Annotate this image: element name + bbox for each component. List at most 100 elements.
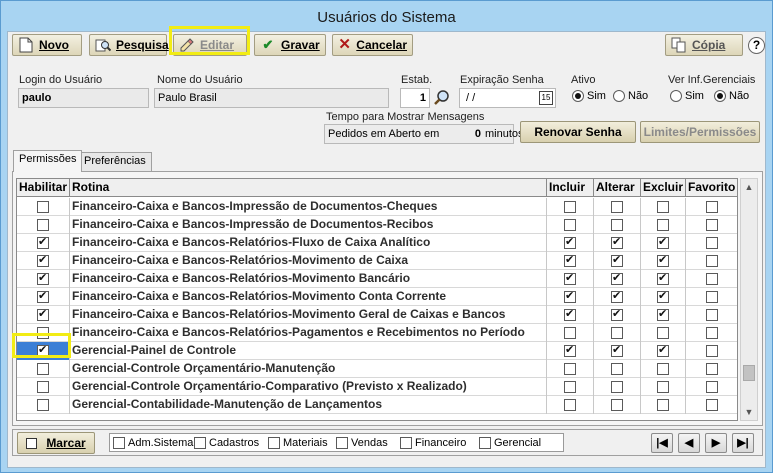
favorito-checkbox[interactable] [706,381,718,393]
filter-gerencial[interactable]: Gerencial [479,437,541,449]
alterar-checkbox[interactable] [611,219,623,231]
alterar-checkbox[interactable] [611,327,623,339]
incluir-checkbox[interactable] [564,201,576,213]
filter-materiais[interactable]: Materiais [268,437,328,449]
help-icon[interactable]: ? [748,37,765,54]
col-incluir[interactable]: Incluir [547,179,594,196]
excluir-checkbox[interactable] [657,399,669,411]
excluir-checkbox[interactable] [657,235,669,249]
pedidos-value[interactable]: 0 [455,125,481,143]
favorito-checkbox[interactable] [706,255,718,267]
incluir-checkbox[interactable] [564,363,576,375]
alterar-checkbox[interactable] [611,289,623,303]
col-alterar[interactable]: Alterar [594,179,641,196]
pesquisa-button[interactable]: Pesquisa [89,34,169,56]
nome-field[interactable]: Paulo Brasil [154,88,389,108]
excluir-checkbox[interactable] [657,219,669,231]
incluir-checkbox[interactable] [564,253,576,267]
table-row[interactable]: Financeiro-Caixa e Bancos-Relatórios-Pag… [17,324,737,342]
incluir-checkbox[interactable] [564,381,576,393]
habilitar-checkbox[interactable] [37,307,49,321]
filter-vendas[interactable]: Vendas [336,437,388,449]
alterar-checkbox[interactable] [611,253,623,267]
table-row[interactable]: Financeiro-Caixa e Bancos-Relatórios-Flu… [17,234,737,252]
favorito-checkbox[interactable] [706,327,718,339]
limites-permissoes-button[interactable]: Limites/Permissões [640,121,760,143]
habilitar-checkbox[interactable] [37,399,49,411]
prev-record-icon[interactable]: ◀ [678,433,700,453]
table-row[interactable]: Financeiro-Caixa e Bancos-Relatórios-Mov… [17,252,737,270]
favorito-checkbox[interactable] [706,219,718,231]
incluir-checkbox[interactable] [564,271,576,285]
col-habilitar[interactable]: Habilitar [17,179,70,196]
tab-permissoes[interactable]: Permissões [13,150,83,172]
table-row[interactable]: Gerencial-Controle Orçamentário-Manutenç… [17,360,737,378]
alterar-checkbox[interactable] [611,363,623,375]
col-excluir[interactable]: Excluir [641,179,686,196]
excluir-checkbox[interactable] [657,289,669,303]
alterar-checkbox[interactable] [611,343,623,357]
calendar-icon[interactable]: 15 [539,91,553,105]
first-record-icon[interactable]: |◀ [651,433,673,453]
excluir-checkbox[interactable] [657,253,669,267]
favorito-checkbox[interactable] [706,363,718,375]
favorito-checkbox[interactable] [706,345,718,357]
incluir-checkbox[interactable] [564,307,576,321]
alterar-checkbox[interactable] [611,201,623,213]
ativo-nao-radio[interactable]: Não [613,90,648,102]
table-row[interactable]: Gerencial-Painel de Controle [17,342,737,360]
scroll-thumb[interactable] [743,365,755,381]
alterar-checkbox[interactable] [611,271,623,285]
habilitar-checkbox[interactable] [37,381,49,393]
novo-button[interactable]: Novo [12,34,82,56]
habilitar-checkbox[interactable] [37,219,49,231]
alterar-checkbox[interactable] [611,381,623,393]
grid-scrollbar[interactable]: ▲ ▼ [740,178,758,421]
magnifier-icon[interactable] [433,89,451,107]
habilitar-checkbox[interactable] [37,363,49,375]
alterar-checkbox[interactable] [611,399,623,411]
marcar-button[interactable]: Marcar [17,432,95,454]
table-row[interactable]: Financeiro-Caixa e Bancos-Relatórios-Mov… [17,288,737,306]
scroll-down-icon[interactable]: ▼ [741,404,757,420]
excluir-checkbox[interactable] [657,363,669,375]
habilitar-checkbox[interactable] [37,235,49,249]
habilitar-checkbox[interactable] [37,289,49,303]
table-row[interactable]: Financeiro-Caixa e Bancos-Relatórios-Mov… [17,270,737,288]
col-favorito[interactable]: Favorito [686,179,737,196]
incluir-checkbox[interactable] [564,343,576,357]
editar-button[interactable]: Editar [173,34,247,56]
expiracao-field[interactable]: / / 15 [459,88,556,108]
alterar-checkbox[interactable] [611,235,623,249]
table-row[interactable]: Gerencial-Contabilidade-Manutenção de La… [17,396,737,414]
excluir-checkbox[interactable] [657,381,669,393]
copia-button[interactable]: Cópia [665,34,743,56]
table-row[interactable]: Financeiro-Caixa e Bancos-Impressão de D… [17,216,737,234]
alterar-checkbox[interactable] [611,307,623,321]
next-record-icon[interactable]: ▶ [705,433,727,453]
excluir-checkbox[interactable] [657,201,669,213]
favorito-checkbox[interactable] [706,291,718,303]
excluir-checkbox[interactable] [657,327,669,339]
habilitar-checkbox[interactable] [37,201,49,213]
habilitar-checkbox[interactable] [37,253,49,267]
incluir-checkbox[interactable] [564,289,576,303]
habilitar-checkbox[interactable] [37,343,49,357]
tab-preferencias[interactable]: Preferências [78,152,152,171]
favorito-checkbox[interactable] [706,237,718,249]
estab-field[interactable]: 1 [400,88,430,108]
col-rotina[interactable]: Rotina [70,179,547,196]
excluir-checkbox[interactable] [657,271,669,285]
renovar-senha-button[interactable]: Renovar Senha [520,121,636,143]
habilitar-checkbox[interactable] [37,271,49,285]
favorito-checkbox[interactable] [706,201,718,213]
favorito-checkbox[interactable] [706,273,718,285]
incluir-checkbox[interactable] [564,399,576,411]
filter-cadastros[interactable]: Cadastros [194,437,259,449]
scroll-up-icon[interactable]: ▲ [741,179,757,195]
excluir-checkbox[interactable] [657,343,669,357]
verinf-sim-radio[interactable]: Sim [670,90,704,102]
excluir-checkbox[interactable] [657,307,669,321]
table-row[interactable]: Financeiro-Caixa e Bancos-Impressão de D… [17,198,737,216]
verinf-nao-radio[interactable]: Não [714,90,749,102]
